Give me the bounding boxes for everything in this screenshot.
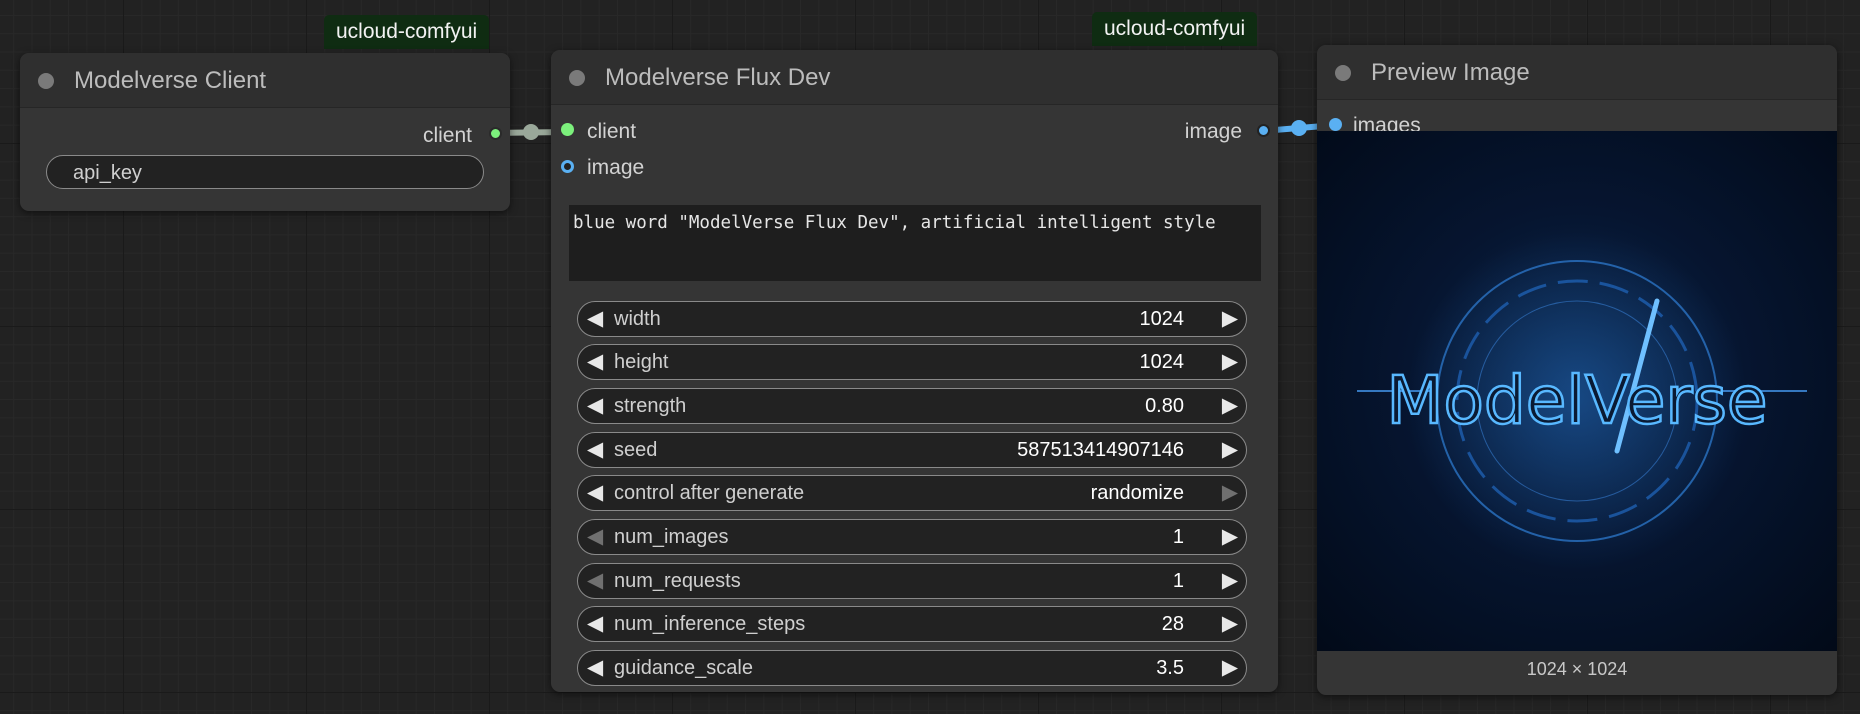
increment-arrow-icon[interactable]: ▶ xyxy=(1222,525,1238,549)
input-label-client: client xyxy=(587,120,637,143)
widget-label: width xyxy=(614,308,661,330)
decrement-arrow-icon[interactable]: ◀ xyxy=(587,350,603,374)
input-slot-image[interactable] xyxy=(561,160,574,173)
strength-widget[interactable]: ◀ strength 0.80 ▶ xyxy=(577,388,1247,424)
node-header[interactable]: Modelverse Client xyxy=(20,53,510,108)
increment-arrow-icon[interactable]: ▶ xyxy=(1222,394,1238,418)
output-label-image: image xyxy=(1184,120,1242,143)
node-source-badge: ucloud-comfyui xyxy=(324,15,490,49)
widget-label: strength xyxy=(614,395,687,417)
decrement-arrow-icon[interactable]: ◀ xyxy=(587,612,603,636)
widget-label: guidance_scale xyxy=(614,657,753,679)
widget-label: height xyxy=(614,351,669,373)
guidance-scale-widget[interactable]: ◀ guidance_scale 3.5 ▶ xyxy=(577,650,1247,686)
node-header[interactable]: Preview Image xyxy=(1317,45,1837,100)
decrement-arrow-icon[interactable]: ◀ xyxy=(587,481,603,505)
generated-logo-image: ModelVerse xyxy=(1357,231,1807,571)
decrement-arrow-icon[interactable]: ◀ xyxy=(587,525,603,549)
output-label-client: client xyxy=(422,124,472,147)
widget-value: 0.80 xyxy=(1145,395,1184,417)
node-title: Modelverse Client xyxy=(74,67,267,94)
increment-arrow-icon[interactable]: ▶ xyxy=(1222,350,1238,374)
num-requests-widget[interactable]: ◀ num_requests 1 ▶ xyxy=(577,563,1247,599)
collapse-dot-icon[interactable] xyxy=(1335,65,1351,81)
widget-value: 1 xyxy=(1172,570,1184,592)
height-widget[interactable]: ◀ height 1024 ▶ xyxy=(577,344,1247,380)
input-label-image: image xyxy=(587,156,645,179)
modelverse-flux-dev-node[interactable]: Modelverse Flux Dev client image image b… xyxy=(551,50,1278,692)
collapse-dot-icon[interactable] xyxy=(38,73,54,89)
widget-label: num_requests xyxy=(614,570,741,592)
num-inference-steps-widget[interactable]: ◀ num_inference_steps 28 ▶ xyxy=(577,606,1247,642)
input-slot-images[interactable] xyxy=(1329,118,1342,131)
widget-label: num_images xyxy=(614,526,729,548)
widget-value: 1024 xyxy=(1139,351,1185,373)
widget-label: seed xyxy=(614,439,658,461)
widget-value: 1 xyxy=(1172,526,1184,548)
decrement-arrow-icon[interactable]: ◀ xyxy=(587,307,603,331)
api-key-input[interactable]: api_key xyxy=(46,155,484,189)
control-after-generate-widget[interactable]: ◀ control after generate randomize ▶ xyxy=(577,475,1247,511)
input-slot-client[interactable] xyxy=(561,123,574,136)
node-header[interactable]: Modelverse Flux Dev xyxy=(551,50,1278,105)
decrement-arrow-icon[interactable]: ◀ xyxy=(587,569,603,593)
node-title: Modelverse Flux Dev xyxy=(605,64,831,91)
widget-label: num_inference_steps xyxy=(614,613,806,635)
prompt-textarea[interactable]: blue word "ModelVerse Flux Dev", artific… xyxy=(569,205,1261,281)
output-slot-client[interactable] xyxy=(489,127,502,140)
widget-value: 3.5 xyxy=(1156,657,1184,679)
widget-value: randomize xyxy=(1090,482,1184,504)
increment-arrow-icon[interactable]: ▶ xyxy=(1222,656,1238,680)
image-wire-midpoint xyxy=(1291,120,1307,136)
preview-image[interactable]: ModelVerse xyxy=(1317,131,1837,651)
widget-value: 28 xyxy=(1161,613,1184,635)
decrement-arrow-icon[interactable]: ◀ xyxy=(587,394,603,418)
increment-arrow-icon[interactable]: ▶ xyxy=(1222,438,1238,462)
increment-arrow-icon[interactable]: ▶ xyxy=(1222,307,1238,331)
logo-text: ModelVerse xyxy=(1387,362,1768,439)
widget-value: 587513414907146 xyxy=(1017,439,1184,461)
num-images-widget[interactable]: ◀ num_images 1 ▶ xyxy=(577,519,1247,555)
widget-label: control after generate xyxy=(614,482,805,504)
increment-arrow-icon[interactable]: ▶ xyxy=(1222,612,1238,636)
width-widget[interactable]: ◀ width 1024 ▶ xyxy=(577,301,1247,337)
seed-widget[interactable]: ◀ seed 587513414907146 ▶ xyxy=(577,432,1247,468)
node-title: Preview Image xyxy=(1371,59,1530,86)
preview-image-node[interactable]: Preview Image images ModelVerse 1024 × 1… xyxy=(1317,45,1837,695)
increment-arrow-icon[interactable]: ▶ xyxy=(1222,481,1238,505)
decrement-arrow-icon[interactable]: ◀ xyxy=(587,438,603,462)
widget-value: 1024 xyxy=(1139,308,1185,330)
client-wire-midpoint xyxy=(523,124,539,140)
output-slot-image[interactable] xyxy=(1257,124,1270,137)
image-dimensions-label: 1024 × 1024 xyxy=(1526,659,1628,679)
collapse-dot-icon[interactable] xyxy=(569,70,585,86)
increment-arrow-icon[interactable]: ▶ xyxy=(1222,569,1238,593)
decrement-arrow-icon[interactable]: ◀ xyxy=(587,656,603,680)
modelverse-client-node[interactable]: Modelverse Client client api_key xyxy=(20,53,510,211)
node-source-badge: ucloud-comfyui xyxy=(1092,12,1258,46)
